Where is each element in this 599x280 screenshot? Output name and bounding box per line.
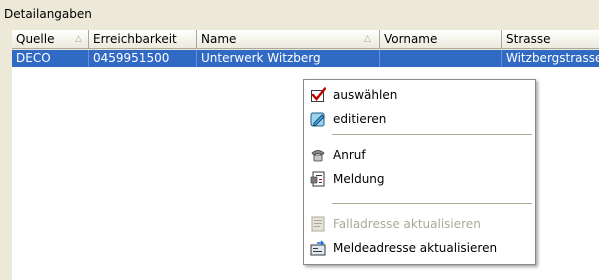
menu-item-anruf[interactable]: Anruf	[304, 143, 535, 167]
menu-item-label: auswählen	[333, 88, 398, 102]
menu-separator	[332, 134, 532, 135]
sort-ascending-icon: △	[75, 34, 82, 44]
column-header-label: Name	[201, 32, 237, 46]
column-header-vorname[interactable]: Vorname	[380, 30, 502, 49]
menu-item-meldung[interactable]: Meldung	[304, 167, 535, 191]
table-row[interactable]: DECO 0459951500 Unterwerk Witzberg Witzb…	[12, 50, 599, 67]
address-card-icon	[311, 216, 325, 232]
cell-erreichbarkeit: 0459951500	[89, 50, 197, 67]
grid-header: Quelle △ Erreichbarkeit Name △ Vorname S…	[12, 30, 599, 50]
column-header-label: Vorname	[384, 32, 438, 46]
panel-title: Detailangaben	[4, 7, 92, 21]
menu-item-meldeadresse-aktualisieren[interactable]: Meldeadresse aktualisieren	[304, 236, 535, 260]
menu-item-label: Meldung	[333, 172, 385, 186]
column-header-erreichbarkeit[interactable]: Erreichbarkeit	[89, 30, 197, 49]
menu-separator	[332, 203, 532, 204]
telephone-icon	[311, 150, 325, 162]
menu-item-label: editieren	[333, 112, 387, 126]
menu-item-falladresse-aktualisieren[interactable]: Falladresse aktualisieren	[304, 212, 535, 236]
edit-pencil-icon	[310, 112, 325, 127]
cell-vorname	[380, 50, 502, 67]
address-update-icon	[310, 240, 326, 256]
menu-item-auswaehlen[interactable]: auswählen	[304, 83, 535, 107]
column-header-label: Quelle	[16, 32, 55, 46]
menu-item-label: Falladresse aktualisieren	[333, 217, 481, 231]
cell-quelle: DECO	[12, 50, 89, 67]
cell-name: Unterwerk Witzberg	[197, 50, 380, 67]
report-document-icon	[310, 171, 325, 187]
column-header-strasse[interactable]: Strasse	[502, 30, 599, 49]
column-header-label: Erreichbarkeit	[93, 32, 177, 46]
column-header-quelle[interactable]: Quelle △	[12, 30, 89, 49]
menu-item-editieren[interactable]: editieren	[304, 107, 535, 131]
context-menu: auswählen editieren Anruf Meldung Fallad…	[303, 79, 536, 265]
menu-item-label: Meldeadresse aktualisieren	[333, 241, 498, 255]
cell-strasse: Witzbergstrasse	[506, 51, 599, 65]
column-header-label: Strasse	[506, 32, 551, 46]
menu-item-label: Anruf	[333, 148, 366, 162]
column-header-name[interactable]: Name △	[197, 30, 380, 49]
checkbox-checked-icon	[311, 87, 326, 102]
sort-ascending-icon: △	[364, 34, 371, 44]
